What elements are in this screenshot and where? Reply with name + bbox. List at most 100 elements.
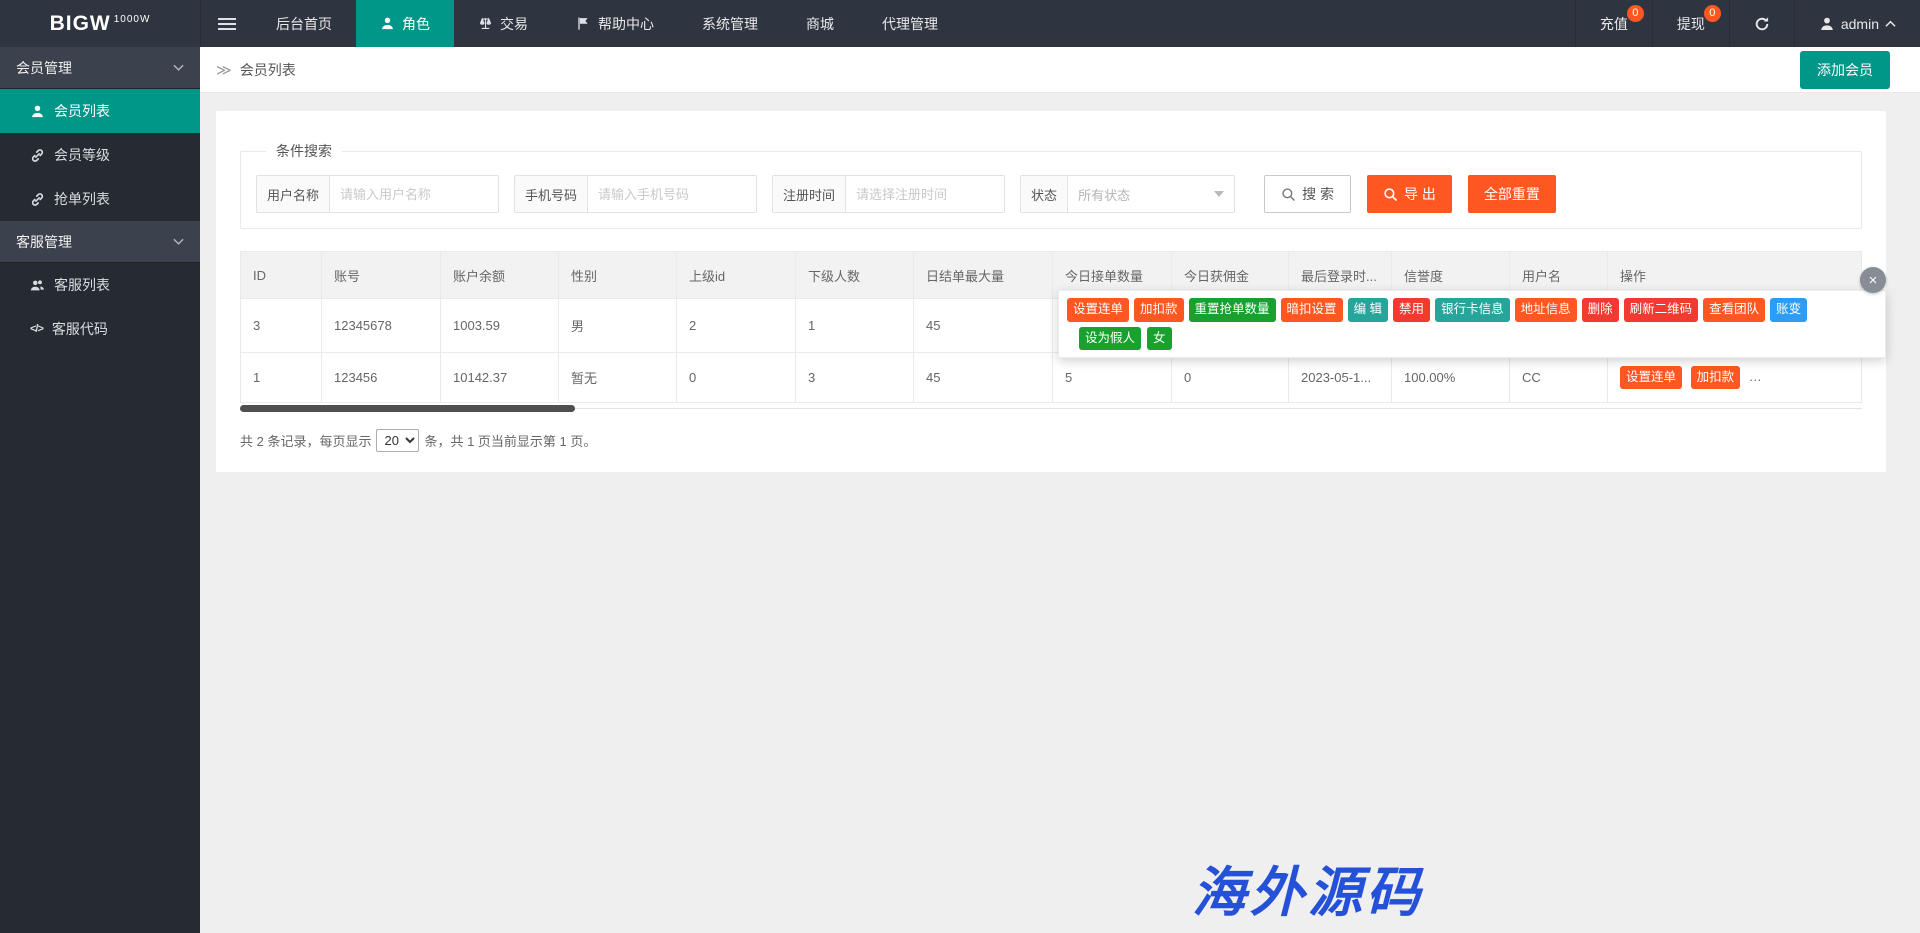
per-page-select[interactable]: 20 (376, 429, 419, 452)
cell-daily-max: 45 (914, 353, 1053, 403)
cell-gender: 暂无 (559, 353, 677, 403)
scrollbar-thumb[interactable] (240, 405, 575, 412)
pagination: 共 2 条记录，每页显示 20 条，共 1 页当前显示第 1 页。 (240, 429, 1862, 452)
edit-button[interactable]: 编 辑 (1348, 298, 1388, 322)
withdraw-button[interactable]: 提现 0 (1652, 0, 1729, 47)
refresh-qrcode-button[interactable]: 刷新二维码 (1624, 298, 1699, 322)
recharge-badge: 0 (1627, 5, 1644, 22)
scales-icon (478, 16, 493, 31)
search-panel-legend: 条件搜索 (266, 141, 342, 161)
search-button[interactable]: 搜 索 (1264, 175, 1351, 213)
add-deduct-button[interactable]: 加扣款 (1691, 366, 1741, 390)
nav-item-dashboard[interactable]: 后台首页 (252, 0, 356, 47)
logo-sup: 1000W (114, 14, 151, 25)
reg-time-label: 注册时间 (772, 175, 845, 213)
sidebar-group-member-management[interactable]: 会员管理 (0, 47, 200, 89)
reg-time-input[interactable] (845, 175, 1005, 213)
search-panel: 条件搜索 用户名称 手机号码 注册时间 状态 (240, 141, 1862, 229)
set-as-fake-button[interactable]: 设为假人 (1079, 327, 1141, 351)
hamburger-icon (218, 15, 236, 33)
add-member-button[interactable]: 添加会员 (1800, 51, 1890, 89)
export-button[interactable]: 导 出 (1367, 175, 1452, 213)
sidebar-item-member-level[interactable]: 会员等级 (0, 133, 200, 177)
nav-item-role[interactable]: 角色 (356, 0, 454, 47)
popup-actions-row-2: 设为假人 女 (1079, 327, 1877, 351)
username-field-group: 用户名称 (256, 175, 499, 213)
cell-subordinates: 1 (796, 299, 914, 353)
cell-last-login: 2023-05-1... (1289, 353, 1392, 403)
nav-item-help-center[interactable]: 帮助中心 (552, 0, 678, 47)
cell-operations: 设置连单 加扣款 重置抢单数量 ... (1608, 353, 1862, 403)
person-icon (30, 104, 45, 119)
cell-balance: 1003.59 (441, 299, 559, 353)
account-change-button[interactable]: 账变 (1770, 298, 1807, 322)
add-deduct-button[interactable]: 加扣款 (1134, 298, 1184, 322)
reset-all-button[interactable]: 全部重置 (1468, 175, 1556, 213)
flag-icon (576, 16, 591, 31)
chevron-down-icon (173, 238, 184, 246)
view-team-button[interactable]: 查看团队 (1703, 298, 1765, 322)
navbar-right: 充值 0 提现 0 admin (1575, 0, 1920, 47)
sidebar-item-service-list[interactable]: 客服列表 (0, 263, 200, 307)
user-name: admin (1841, 16, 1879, 32)
more-actions: ... (1844, 369, 1855, 384)
sidebar-item-member-list[interactable]: 会员列表 (0, 89, 200, 133)
address-info-button[interactable]: 地址信息 (1515, 298, 1577, 322)
main-menu: 后台首页 角色 交易 帮助中心 系统管理 商城 代理管理 (252, 0, 962, 47)
top-navbar: BIGW1000W 后台首页 角色 交易 帮助中心 系统管理 商城 代理管理 充… (0, 0, 1920, 47)
status-select[interactable]: 所有状态 (1067, 175, 1235, 213)
col-id: ID (241, 252, 322, 299)
col-parent-id: 上级id (677, 252, 796, 299)
sidebar-item-service-code[interactable]: </> 客服代码 (0, 307, 200, 351)
code-icon: </> (30, 323, 43, 335)
disable-button[interactable]: 禁用 (1393, 298, 1430, 322)
sidebar: 会员管理 会员列表 会员等级 抢单列表 客服管理 客服列表 </> 客服代码 (0, 47, 200, 933)
user-menu[interactable]: admin (1794, 0, 1920, 47)
delete-button[interactable]: 删除 (1582, 298, 1619, 322)
col-gender: 性别 (559, 252, 677, 299)
pagination-suffix: 条，共 1 页当前显示第 1 页。 (424, 431, 596, 450)
close-icon[interactable]: × (1860, 267, 1886, 293)
cell-daily-max: 45 (914, 299, 1053, 353)
table-row: 1 123456 10142.37 暂无 0 3 45 5 0 2023-05-… (241, 353, 1862, 403)
recharge-button[interactable]: 充值 0 (1575, 0, 1652, 47)
cell-username: CC (1510, 353, 1608, 403)
cell-parent-id: 2 (677, 299, 796, 353)
nav-item-agent[interactable]: 代理管理 (858, 0, 962, 47)
col-balance: 账户余额 (441, 252, 559, 299)
set-chain-order-button[interactable]: 设置连单 (1067, 298, 1129, 322)
horizontal-scrollbar (240, 404, 1862, 413)
bank-card-info-button[interactable]: 银行卡信息 (1435, 298, 1510, 322)
cell-balance: 10142.37 (441, 353, 559, 403)
sidebar-toggle-button[interactable] (200, 0, 252, 47)
main-content: ≫ 会员列表 添加会员 条件搜索 用户名称 手机号码 注册时间 (200, 47, 1920, 933)
female-button[interactable]: 女 (1147, 327, 1172, 351)
cell-id: 3 (241, 299, 322, 353)
pagination-prefix: 共 2 条记录，每页显示 (240, 431, 371, 450)
phone-input[interactable] (587, 175, 757, 213)
logo-text: BIGW (50, 12, 111, 35)
sidebar-item-grab-order-list[interactable]: 抢单列表 (0, 177, 200, 221)
chevron-up-icon (1885, 20, 1896, 28)
cell-account: 12345678 (322, 299, 441, 353)
chevron-down-icon (1214, 191, 1224, 197)
reset-grab-count-button[interactable]: 重置抢单数量 (1189, 298, 1276, 322)
nav-item-mall[interactable]: 商城 (782, 0, 858, 47)
username-input[interactable] (329, 175, 499, 213)
hidden-deduct-settings-button[interactable]: 暗扣设置 (1281, 298, 1343, 322)
cell-credit: 100.00% (1392, 353, 1510, 403)
cell-subordinates: 3 (796, 353, 914, 403)
reset-grab-count-button[interactable]: 重置抢单数量 (1749, 366, 1836, 390)
chevron-down-icon (173, 64, 184, 72)
nav-item-system[interactable]: 系统管理 (678, 0, 782, 47)
col-account: 账号 (322, 252, 441, 299)
person-icon (1819, 16, 1835, 32)
nav-item-trade[interactable]: 交易 (454, 0, 552, 47)
people-icon (30, 278, 45, 293)
sidebar-group-service-management[interactable]: 客服管理 (0, 221, 200, 263)
set-chain-order-button[interactable]: 设置连单 (1620, 366, 1682, 390)
link-icon (30, 192, 45, 207)
col-subordinates: 下级人数 (796, 252, 914, 299)
refresh-button[interactable] (1729, 0, 1794, 47)
reg-time-field-group: 注册时间 (772, 175, 1005, 213)
